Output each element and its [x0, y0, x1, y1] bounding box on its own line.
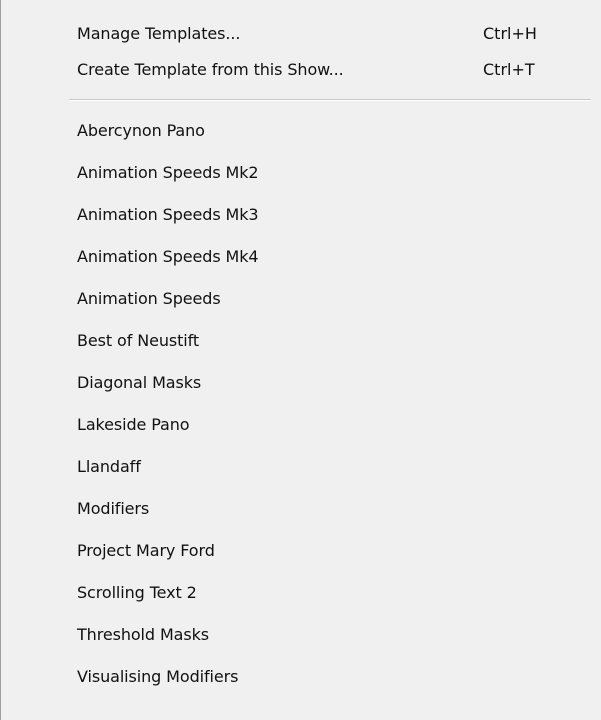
menu-separator [69, 99, 591, 101]
menu-item-label: Threshold Masks [77, 624, 209, 644]
menu-item-template-abercynon-pano[interactable]: Abercynon Pano [2, 112, 593, 148]
menu-item-template-visualising-modifiers[interactable]: Visualising Modifiers [2, 658, 593, 694]
menu-item-template-animation-speeds-mk4[interactable]: Animation Speeds Mk4 [2, 238, 593, 274]
menu-item-label: Visualising Modifiers [77, 666, 239, 686]
menu-item-template-animation-speeds[interactable]: Animation Speeds [2, 280, 593, 316]
menu-item-shortcut: Ctrl+H [483, 23, 537, 43]
menu-item-label: Lakeside Pano [77, 414, 190, 434]
menu-item-template-modifiers[interactable]: Modifiers [2, 490, 593, 526]
menu-item-label: Diagonal Masks [77, 372, 202, 392]
menu-item-label: Llandaff [77, 456, 141, 476]
menu-item-label: Scrolling Text 2 [77, 582, 197, 602]
menu-item-label: Animation Speeds Mk2 [77, 162, 259, 182]
menu-item-template-diagonal-masks[interactable]: Diagonal Masks [2, 364, 593, 400]
menu-item-label: Best of Neustift [77, 330, 200, 350]
menu-item-label: Project Mary Ford [77, 540, 215, 560]
templates-context-menu: Manage Templates... Ctrl+H Create Templa… [0, 0, 601, 720]
menu-item-label: Manage Templates... [77, 23, 241, 43]
menu-item-template-lakeside-pano[interactable]: Lakeside Pano [2, 406, 593, 442]
menu-item-label: Animation Speeds Mk3 [77, 204, 259, 224]
menu-item-template-llandaff[interactable]: Llandaff [2, 448, 593, 484]
menu-item-label: Create Template from this Show... [77, 59, 344, 79]
menu-item-template-animation-speeds-mk2[interactable]: Animation Speeds Mk2 [2, 154, 593, 190]
menu-item-create-template[interactable]: Create Template from this Show... Ctrl+T [2, 51, 593, 87]
menu-item-template-best-of-neustift[interactable]: Best of Neustift [2, 322, 593, 358]
menu-item-manage-templates[interactable]: Manage Templates... Ctrl+H [2, 15, 593, 51]
menu-item-template-project-mary-ford[interactable]: Project Mary Ford [2, 532, 593, 568]
menu-item-label: Animation Speeds [77, 288, 221, 308]
menu-item-label: Abercynon Pano [77, 120, 205, 140]
menu-item-template-threshold-masks[interactable]: Threshold Masks [2, 616, 593, 652]
menu-item-shortcut: Ctrl+T [483, 59, 535, 79]
menu-item-template-animation-speeds-mk3[interactable]: Animation Speeds Mk3 [2, 196, 593, 232]
menu-item-label: Animation Speeds Mk4 [77, 246, 259, 266]
menu-item-label: Modifiers [77, 498, 150, 518]
menu-item-template-scrolling-text-2[interactable]: Scrolling Text 2 [2, 574, 593, 610]
